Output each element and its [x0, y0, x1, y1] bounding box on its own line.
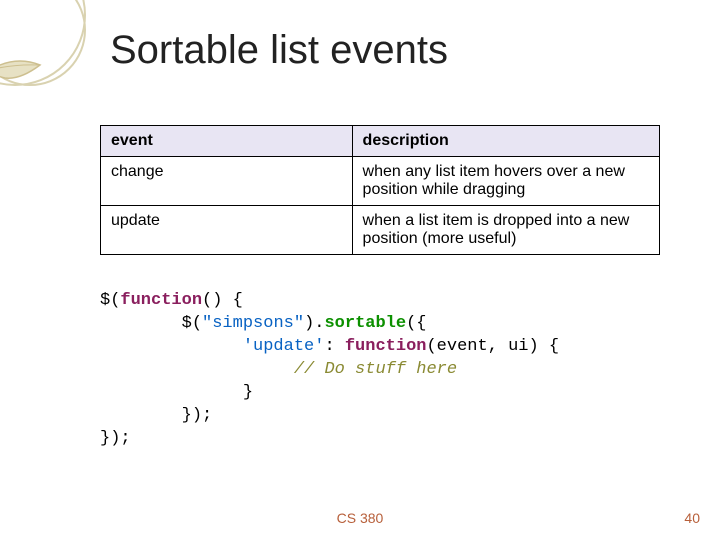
code-token: // Do stuff here	[294, 360, 457, 379]
table-row: change when any list item hovers over a …	[101, 157, 660, 206]
events-table: event description change when any list i…	[100, 125, 660, 255]
code-token: function	[345, 337, 427, 356]
slide: Sortable list events event description c…	[0, 0, 720, 540]
cell-event-0: change	[101, 157, 353, 206]
code-token: :	[324, 337, 344, 356]
cell-event-1: update	[101, 206, 353, 255]
table-row: update when a list item is dropped into …	[101, 206, 660, 255]
slide-title: Sortable list events	[110, 28, 448, 73]
code-token: "simpsons"	[202, 314, 304, 333]
code-token: $(	[100, 314, 202, 333]
code-token: });	[100, 429, 131, 448]
code-token: }	[100, 383, 253, 402]
code-token: 'update'	[243, 337, 325, 356]
footer-page-number: 40	[684, 510, 700, 526]
header-description: description	[352, 126, 659, 157]
footer-course: CS 380	[337, 510, 384, 526]
code-token: function	[120, 291, 202, 310]
header-event: event	[101, 126, 353, 157]
cell-desc-0: when any list item hovers over a new pos…	[352, 157, 659, 206]
code-token: $(	[100, 291, 120, 310]
code-sample: $(function() { $("simpsons").sortable({ …	[100, 290, 670, 451]
table-header-row: event description	[101, 126, 660, 157]
code-token: (event, ui) {	[426, 337, 559, 356]
code-token: });	[100, 406, 212, 425]
code-token: ).	[304, 314, 324, 333]
code-token: sortable	[324, 314, 406, 333]
code-token	[100, 360, 294, 379]
code-token: () {	[202, 291, 243, 310]
cell-desc-1: when a list item is dropped into a new p…	[352, 206, 659, 255]
code-token: ({	[406, 314, 426, 333]
code-token	[100, 337, 243, 356]
